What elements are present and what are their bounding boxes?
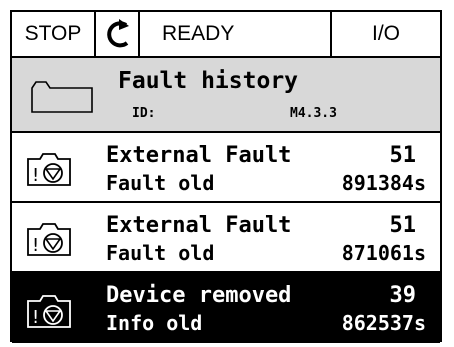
keypad-display: STOP READY I/O Fault history ID: M4.3.3 … bbox=[10, 10, 442, 343]
fault-code: 51 bbox=[389, 213, 417, 238]
fault-type: Fault old bbox=[106, 171, 215, 195]
fault-item[interactable]: ! External Fault 51 Fault old 891384s bbox=[12, 133, 440, 203]
status-bar: STOP READY I/O bbox=[12, 12, 440, 58]
fault-item-selected[interactable]: ! Device removed 39 Info old 862537s bbox=[12, 273, 440, 343]
menu-header: Fault history ID: M4.3.3 bbox=[12, 58, 440, 133]
folder-icon bbox=[30, 80, 94, 118]
svg-text:!: ! bbox=[32, 307, 39, 328]
fault-time: 871061s bbox=[341, 241, 426, 265]
id-label: ID: bbox=[132, 106, 156, 121]
fault-name: External Fault bbox=[106, 143, 292, 168]
control-place[interactable]: I/O bbox=[332, 12, 440, 56]
svg-text:!: ! bbox=[32, 165, 39, 186]
rotation-arrow-icon bbox=[96, 12, 140, 56]
fault-code: 39 bbox=[389, 283, 417, 308]
fault-name: External Fault bbox=[106, 213, 292, 238]
fault-item[interactable]: ! External Fault 51 Fault old 871061s bbox=[12, 203, 440, 273]
fault-time: 891384s bbox=[341, 171, 426, 195]
fault-camera-icon: ! bbox=[26, 221, 72, 261]
fault-name: Device removed bbox=[106, 283, 292, 308]
fault-type: Fault old bbox=[106, 241, 215, 265]
fault-type: Info old bbox=[106, 311, 203, 335]
fault-time: 862537s bbox=[341, 311, 426, 335]
stop-indicator[interactable]: STOP bbox=[12, 12, 96, 56]
page-title: Fault history bbox=[118, 68, 299, 94]
svg-text:!: ! bbox=[32, 235, 39, 256]
fault-camera-icon: ! bbox=[26, 293, 72, 333]
fault-camera-icon: ! bbox=[26, 151, 72, 191]
menu-id: M4.3.3 bbox=[290, 106, 337, 121]
drive-state: READY bbox=[140, 12, 332, 56]
fault-code: 51 bbox=[389, 143, 417, 168]
